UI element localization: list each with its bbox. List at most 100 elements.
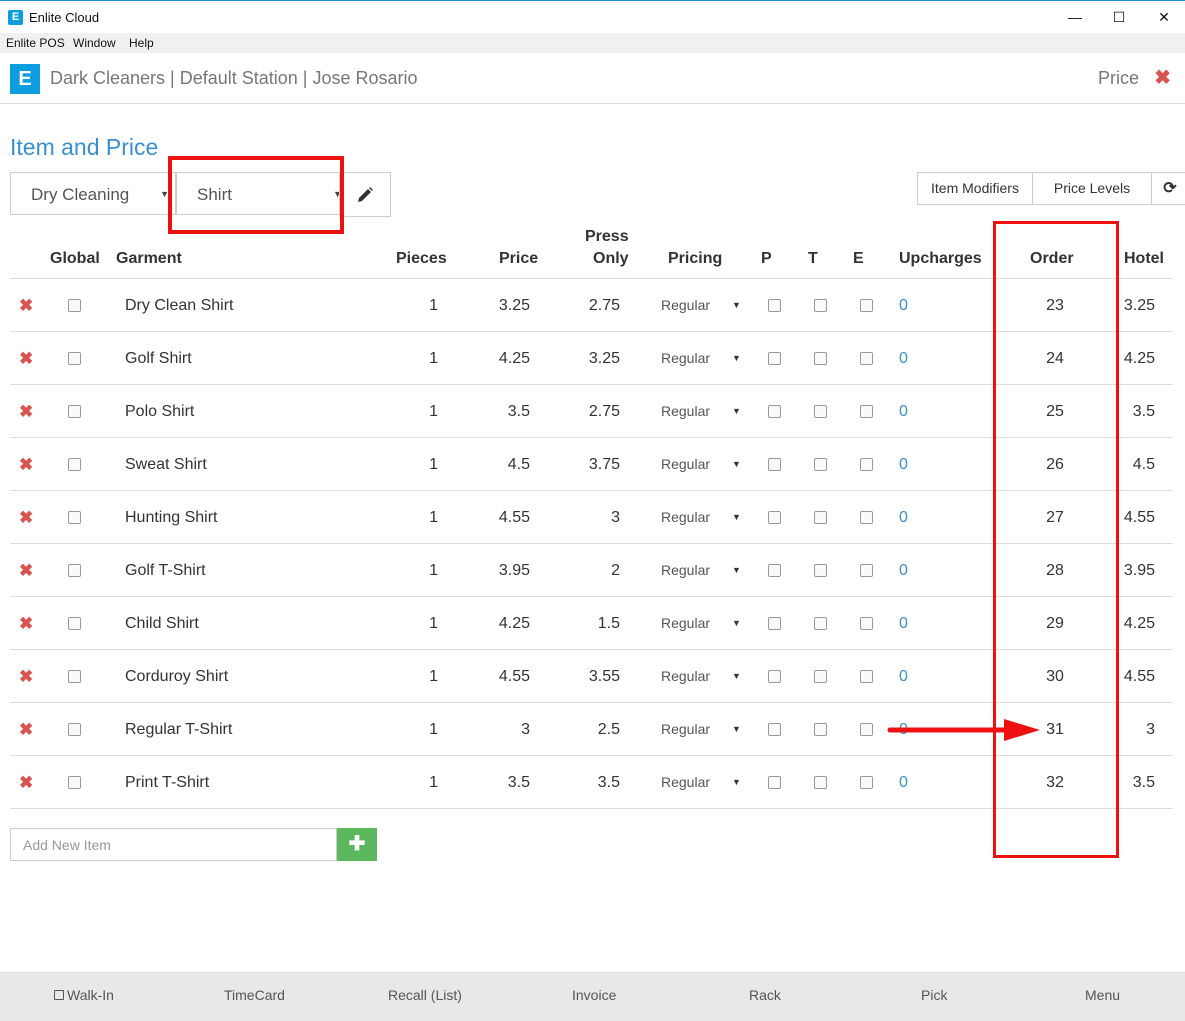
garment-name[interactable]: Print T-Shirt xyxy=(125,756,209,809)
delete-icon[interactable]: ✖ xyxy=(19,332,33,385)
garment-name[interactable]: Polo Shirt xyxy=(125,385,194,438)
global-checkbox[interactable] xyxy=(68,458,81,471)
refresh-icon[interactable]: ⟳ xyxy=(1151,172,1185,205)
press-only-value[interactable]: 3.55 xyxy=(570,650,620,703)
item-modifiers-button[interactable]: Item Modifiers xyxy=(917,172,1033,205)
pricing-select[interactable]: Regular xyxy=(661,385,710,438)
press-only-value[interactable]: 3 xyxy=(570,491,620,544)
edit-button[interactable] xyxy=(339,172,391,217)
t-checkbox[interactable] xyxy=(814,511,827,524)
menu-enlite-pos[interactable]: Enlite POS xyxy=(6,36,65,50)
e-checkbox[interactable] xyxy=(860,458,873,471)
e-checkbox[interactable] xyxy=(860,776,873,789)
t-checkbox[interactable] xyxy=(814,352,827,365)
pieces-value[interactable]: 1 xyxy=(420,756,438,809)
walk-in-button[interactable]: Walk-In xyxy=(54,987,114,1003)
t-checkbox[interactable] xyxy=(814,564,827,577)
press-only-value[interactable]: 1.5 xyxy=(570,597,620,650)
garment-name[interactable]: Hunting Shirt xyxy=(125,491,218,544)
e-checkbox[interactable] xyxy=(860,723,873,736)
price-value[interactable]: 3.5 xyxy=(480,756,530,809)
price-levels-button[interactable]: Price Levels xyxy=(1032,172,1152,205)
pieces-value[interactable]: 1 xyxy=(420,332,438,385)
t-checkbox[interactable] xyxy=(814,617,827,630)
pricing-select[interactable]: Regular xyxy=(661,438,710,491)
price-value[interactable]: 4.55 xyxy=(480,491,530,544)
p-checkbox[interactable] xyxy=(768,405,781,418)
garment-name[interactable]: Golf T-Shirt xyxy=(125,544,206,597)
global-checkbox[interactable] xyxy=(68,723,81,736)
pieces-value[interactable]: 1 xyxy=(420,279,438,332)
delete-icon[interactable]: ✖ xyxy=(19,597,33,650)
upcharges-link[interactable]: 0 xyxy=(899,544,908,597)
delete-icon[interactable]: ✖ xyxy=(19,385,33,438)
price-value[interactable]: 4.55 xyxy=(480,650,530,703)
price-value[interactable]: 4.5 xyxy=(480,438,530,491)
p-checkbox[interactable] xyxy=(768,776,781,789)
delete-icon[interactable]: ✖ xyxy=(19,756,33,809)
garment-name[interactable]: Dry Clean Shirt xyxy=(125,279,233,332)
rack-button[interactable]: Rack xyxy=(749,987,781,1003)
menu-help[interactable]: Help xyxy=(129,36,154,50)
menu-button[interactable]: Menu xyxy=(1085,987,1120,1003)
press-only-value[interactable]: 2 xyxy=(570,544,620,597)
pricing-select[interactable]: Regular xyxy=(661,544,710,597)
e-checkbox[interactable] xyxy=(860,617,873,630)
t-checkbox[interactable] xyxy=(814,670,827,683)
garment-name[interactable]: Regular T-Shirt xyxy=(125,703,232,756)
upcharges-link[interactable]: 0 xyxy=(899,756,908,809)
delete-icon[interactable]: ✖ xyxy=(19,650,33,703)
pieces-value[interactable]: 1 xyxy=(420,491,438,544)
pick-button[interactable]: Pick xyxy=(921,987,947,1003)
upcharges-link[interactable]: 0 xyxy=(899,491,908,544)
window-close-button[interactable]: ✕ xyxy=(1141,1,1185,34)
pieces-value[interactable]: 1 xyxy=(420,438,438,491)
upcharges-link[interactable]: 0 xyxy=(899,332,908,385)
p-checkbox[interactable] xyxy=(768,352,781,365)
t-checkbox[interactable] xyxy=(814,458,827,471)
global-checkbox[interactable] xyxy=(68,776,81,789)
global-checkbox[interactable] xyxy=(68,299,81,312)
upcharges-link[interactable]: 0 xyxy=(899,650,908,703)
pricing-select[interactable]: Regular xyxy=(661,491,710,544)
t-checkbox[interactable] xyxy=(814,299,827,312)
delete-icon[interactable]: ✖ xyxy=(19,544,33,597)
pieces-value[interactable]: 1 xyxy=(420,703,438,756)
upcharges-link[interactable]: 0 xyxy=(899,279,908,332)
price-value[interactable]: 3.25 xyxy=(480,279,530,332)
p-checkbox[interactable] xyxy=(768,617,781,630)
e-checkbox[interactable] xyxy=(860,299,873,312)
t-checkbox[interactable] xyxy=(814,723,827,736)
recall-list-button[interactable]: Recall (List) xyxy=(388,987,462,1003)
pricing-select[interactable]: Regular xyxy=(661,703,710,756)
category-select[interactable]: Dry Cleaning ▼ xyxy=(10,172,176,215)
p-checkbox[interactable] xyxy=(768,564,781,577)
global-checkbox[interactable] xyxy=(68,405,81,418)
add-item-button[interactable]: ✚ xyxy=(337,828,377,861)
pieces-value[interactable]: 1 xyxy=(420,385,438,438)
e-checkbox[interactable] xyxy=(860,564,873,577)
global-checkbox[interactable] xyxy=(68,617,81,630)
p-checkbox[interactable] xyxy=(768,723,781,736)
garment-name[interactable]: Sweat Shirt xyxy=(125,438,207,491)
timecard-button[interactable]: TimeCard xyxy=(224,987,285,1003)
press-only-value[interactable]: 2.75 xyxy=(570,385,620,438)
price-value[interactable]: 3.5 xyxy=(480,385,530,438)
pieces-value[interactable]: 1 xyxy=(420,544,438,597)
delete-icon[interactable]: ✖ xyxy=(19,438,33,491)
pieces-value[interactable]: 1 xyxy=(420,597,438,650)
press-only-value[interactable]: 3.5 xyxy=(570,756,620,809)
invoice-button[interactable]: Invoice xyxy=(572,987,616,1003)
e-checkbox[interactable] xyxy=(860,352,873,365)
garment-name[interactable]: Child Shirt xyxy=(125,597,199,650)
global-checkbox[interactable] xyxy=(68,670,81,683)
close-icon[interactable]: ✖ xyxy=(1154,65,1171,90)
upcharges-link[interactable]: 0 xyxy=(899,438,908,491)
p-checkbox[interactable] xyxy=(768,458,781,471)
pieces-value[interactable]: 1 xyxy=(420,650,438,703)
upcharges-link[interactable]: 0 xyxy=(899,597,908,650)
delete-icon[interactable]: ✖ xyxy=(19,703,33,756)
price-value[interactable]: 4.25 xyxy=(480,597,530,650)
pricing-select[interactable]: Regular xyxy=(661,332,710,385)
price-value[interactable]: 3 xyxy=(480,703,530,756)
